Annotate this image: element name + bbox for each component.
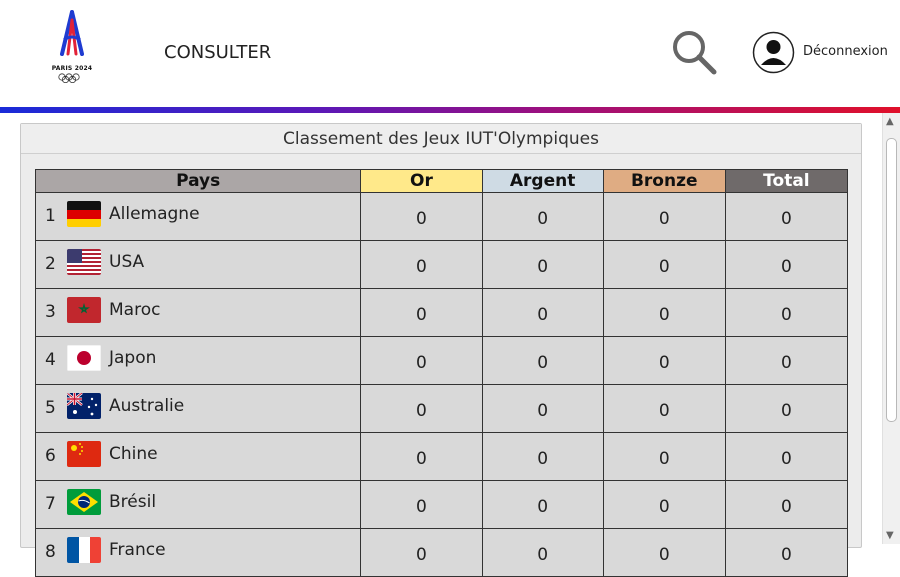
germany-flag-icon [67, 201, 101, 227]
scroll-down-icon[interactable]: ▼ [886, 530, 894, 541]
rank: 5 [45, 398, 56, 418]
logout-link[interactable]: Déconnexion [803, 44, 888, 59]
japan-flag-icon [67, 345, 101, 371]
search-icon[interactable] [670, 28, 718, 76]
table-row[interactable]: 2 USA 0 0 0 0 [34, 240, 849, 289]
country-name: France [109, 540, 166, 560]
table-row[interactable]: 4 Japon 0 0 0 0 [34, 336, 849, 385]
medal-table: Pays Or Argent Bronze Total 1 Allemagne 0… [34, 169, 849, 577]
gold-count: 0 [360, 384, 483, 433]
olympic-rings-icon [58, 73, 80, 83]
country-name: Maroc [109, 300, 161, 320]
bronze-count: 0 [602, 528, 726, 577]
country-cell: 4 Japon [34, 336, 362, 385]
column-header-argent[interactable]: Argent [481, 169, 604, 193]
china-flag-icon [67, 441, 101, 467]
ranking-panel: Classement des Jeux IUT'Olympiques Pays … [20, 123, 862, 577]
country-cell: 3 Maroc [34, 288, 362, 337]
gold-count: 0 [360, 432, 483, 481]
country-name: Japon [109, 348, 157, 368]
table-header-row: Pays Or Argent Bronze Total [34, 169, 849, 193]
country-cell: 8 France [34, 528, 362, 577]
silver-count: 0 [481, 384, 604, 433]
gold-count: 0 [360, 480, 483, 529]
vertical-scrollbar[interactable]: ▲ ▼ [882, 113, 900, 544]
rank: 6 [45, 446, 56, 466]
rank: 1 [45, 206, 56, 226]
user-avatar-icon[interactable] [752, 31, 795, 74]
silver-count: 0 [481, 288, 604, 337]
bronze-count: 0 [602, 192, 726, 241]
bronze-count: 0 [602, 240, 726, 289]
australia-flag-icon [67, 393, 101, 419]
bronze-count: 0 [602, 384, 726, 433]
morocco-flag-icon [67, 297, 101, 323]
rank: 7 [45, 494, 56, 514]
logo-text: PARIS 2024 [51, 65, 93, 72]
silver-count: 0 [481, 480, 604, 529]
country-cell: 7 Brésil [34, 480, 362, 529]
total-count: 0 [724, 288, 849, 337]
country-name: Brésil [109, 492, 157, 512]
table-row[interactable]: 8 France 0 0 0 0 [34, 528, 849, 577]
total-count: 0 [724, 384, 849, 433]
total-count: 0 [724, 336, 849, 385]
total-count: 0 [724, 240, 849, 289]
country-cell: 1 Allemagne [34, 192, 362, 241]
usa-flag-icon [67, 249, 101, 275]
column-header-total[interactable]: Total [724, 169, 849, 193]
column-header-pays[interactable]: Pays [34, 169, 362, 193]
country-name: Allemagne [109, 204, 200, 224]
bronze-count: 0 [602, 288, 726, 337]
rank: 3 [45, 302, 56, 322]
total-count: 0 [724, 480, 849, 529]
column-header-or[interactable]: Or [360, 169, 483, 193]
panel-title: Classement des Jeux IUT'Olympiques [21, 124, 861, 154]
country-name: Australie [109, 396, 185, 416]
brazil-flag-icon [67, 489, 101, 515]
country-name: USA [109, 252, 145, 272]
scroll-thumb[interactable] [886, 138, 897, 422]
country-cell: 2 USA [34, 240, 362, 289]
table-row[interactable]: 1 Allemagne 0 0 0 0 [34, 192, 849, 241]
paris-2024-logo: PARIS 2024 [50, 10, 94, 86]
silver-count: 0 [481, 192, 604, 241]
silver-count: 0 [481, 336, 604, 385]
gold-count: 0 [360, 288, 483, 337]
country-name: Chine [109, 444, 158, 464]
bronze-count: 0 [602, 480, 726, 529]
rank: 4 [45, 350, 56, 370]
table-row[interactable]: 3 Maroc 0 0 0 0 [34, 288, 849, 337]
table-row[interactable]: 5 Australie 0 0 0 0 [34, 384, 849, 433]
silver-count: 0 [481, 528, 604, 577]
nav-consulter[interactable]: CONSULTER [164, 42, 271, 63]
scroll-up-icon[interactable]: ▲ [886, 116, 894, 127]
table-row[interactable]: 7 Brésil 0 0 0 0 [34, 480, 849, 529]
table-row[interactable]: 6 Chine 0 0 0 0 [34, 432, 849, 481]
total-count: 0 [724, 432, 849, 481]
silver-count: 0 [481, 240, 604, 289]
total-count: 0 [724, 192, 849, 241]
gold-count: 0 [360, 336, 483, 385]
silver-count: 0 [481, 432, 604, 481]
total-count: 0 [724, 528, 849, 577]
app-header: PARIS 2024 CONSULTER Déconnexion [0, 0, 900, 108]
gold-count: 0 [360, 192, 483, 241]
rank: 8 [45, 542, 56, 562]
bronze-count: 0 [602, 432, 726, 481]
main-content: Classement des Jeux IUT'Olympiques Pays … [0, 113, 882, 577]
france-flag-icon [67, 537, 101, 563]
gold-count: 0 [360, 528, 483, 577]
rank: 2 [45, 254, 56, 274]
column-header-bronze[interactable]: Bronze [602, 169, 726, 193]
medal-table-wrapper: Pays Or Argent Bronze Total 1 Allemagne 0… [34, 169, 849, 577]
country-cell: 6 Chine [34, 432, 362, 481]
gold-count: 0 [360, 240, 483, 289]
country-cell: 5 Australie [34, 384, 362, 433]
bronze-count: 0 [602, 336, 726, 385]
